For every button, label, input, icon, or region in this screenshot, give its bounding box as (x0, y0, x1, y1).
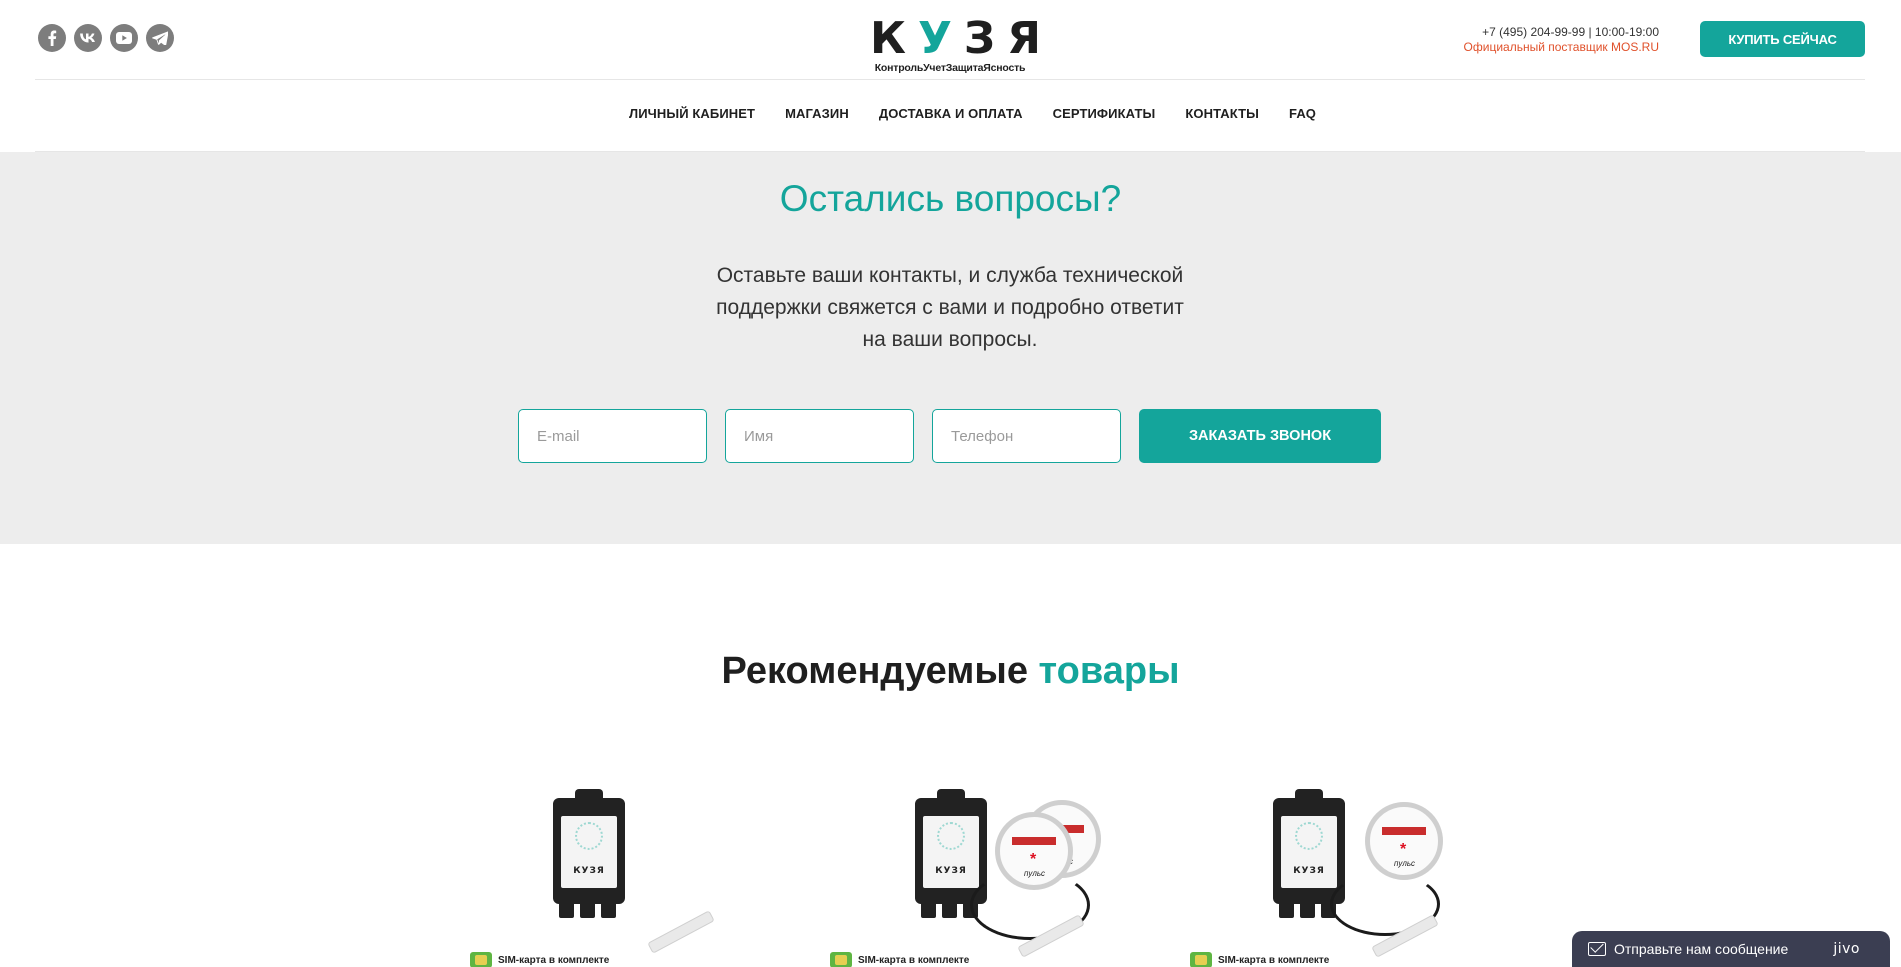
controller-device-image: КУЗЯ (1273, 789, 1345, 918)
chat-label: Отправьте нам сообщение (1614, 941, 1789, 957)
vk-icon[interactable] (74, 24, 102, 52)
recommended-title: Рекомендуемые товары (721, 650, 1180, 692)
buy-now-button[interactable]: КУПИТЬ СЕЙЧАС (1700, 21, 1865, 57)
questions-title: Остались вопросы? (779, 178, 1122, 219)
sim-card-icon (470, 952, 492, 967)
nav-account[interactable]: ЛИЧНЫЙ КАБИНЕТ (629, 106, 755, 121)
site-header: КУЗЯ КонтрольУчетЗащитаЯсность +7 (495) … (0, 0, 1901, 152)
main-nav: ЛИЧНЫЙ КАБИНЕТ МАГАЗИН ДОСТАВКА И ОПЛАТА… (614, 106, 1331, 121)
telegram-icon[interactable] (146, 24, 174, 52)
phone-hours[interactable]: +7 (495) 204-99-99 | 10:00-19:00 (1464, 25, 1659, 40)
jivo-logo: jivo (1833, 941, 1860, 957)
leak-sensor-image (647, 910, 715, 954)
sim-card-icon (830, 952, 852, 967)
nav-certificates[interactable]: СЕРТИФИКАТЫ (1053, 106, 1156, 121)
product-card[interactable]: КУЗЯ SIM-карта в комплекте (470, 789, 730, 967)
header-divider (35, 79, 1865, 80)
order-call-button[interactable]: ЗАКАЗАТЬ ЗВОНОК (1139, 409, 1381, 463)
supplier-note: Официальный поставщик MOS.RU (1463, 40, 1659, 54)
contact-info: +7 (495) 204-99-99 | 10:00-19:00 Официал… (1464, 25, 1659, 55)
nav-contacts[interactable]: КОНТАКТЫ (1185, 106, 1259, 121)
social-links (38, 24, 174, 52)
youtube-icon[interactable] (110, 24, 138, 52)
callback-form: ЗАКАЗАТЬ ЗВОНОК (518, 409, 1381, 463)
facebook-icon[interactable] (38, 24, 66, 52)
recommended-products: КУЗЯ SIM-карта в комплекте КУЗЯ *пульс *… (470, 789, 1443, 967)
nav-faq[interactable]: FAQ (1289, 106, 1316, 121)
nav-delivery[interactable]: ДОСТАВКА И ОПЛАТА (879, 106, 1023, 121)
logo-wordmark: КУЗЯ (870, 13, 1054, 64)
product-card[interactable]: КУЗЯ *пульс *пульс SIM-карта в комплекте (830, 789, 1101, 967)
water-meter-image: *пульс (1365, 802, 1443, 880)
logo-tagline: КонтрольУчетЗащитаЯсность (874, 62, 1026, 74)
phone-field[interactable] (932, 409, 1121, 463)
sim-badge: SIM-карта в комплекте (470, 952, 610, 967)
nav-shop[interactable]: МАГАЗИН (785, 106, 849, 121)
sim-badge: SIM-карта в комплекте (830, 952, 970, 967)
sim-badge: SIM-карта в комплекте (1190, 952, 1330, 967)
email-field[interactable] (518, 409, 707, 463)
envelope-icon (1588, 942, 1606, 956)
questions-section: Остались вопросы? Оставьте ваши контакты… (0, 152, 1901, 544)
sim-card-icon (1190, 952, 1212, 967)
product-card[interactable]: КУЗЯ * пульс SIM-карта в комплекте (1190, 789, 1450, 967)
name-field[interactable] (725, 409, 914, 463)
chat-widget[interactable]: Отправьте нам сообщение jivo (1572, 931, 1890, 967)
questions-description: Оставьте ваши контакты, и служба техниче… (716, 264, 1184, 351)
controller-device-image: КУЗЯ (553, 789, 625, 918)
site-logo[interactable]: КУЗЯ КонтрольУчетЗащитаЯсность (860, 13, 1054, 80)
